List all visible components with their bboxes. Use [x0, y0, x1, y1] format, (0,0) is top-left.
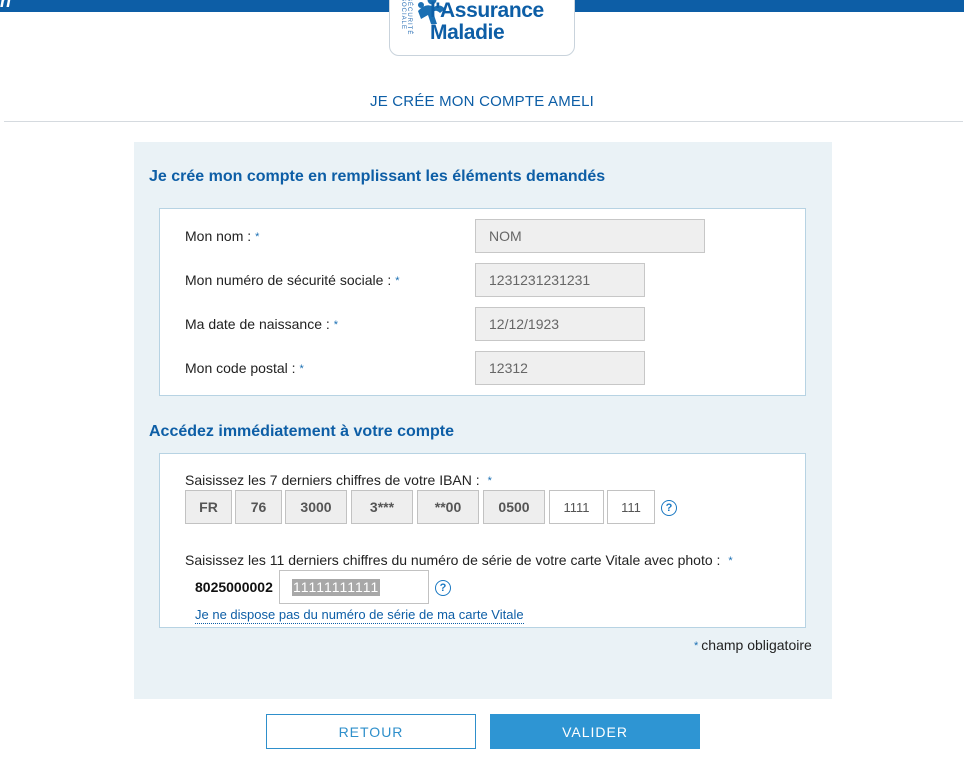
ssn-label: Mon numéro de sécurité sociale : * — [185, 272, 400, 288]
logo-line-1: l'Assurance — [430, 0, 544, 22]
iban-label: Saisissez les 7 derniers chiffres de vot… — [185, 472, 492, 488]
vitale-prefix: 8025000002 — [195, 579, 273, 595]
required-marker: * — [255, 231, 260, 243]
valider-button[interactable]: VALIDER — [490, 714, 700, 749]
ssn-field[interactable]: 1231231231231 — [475, 263, 645, 297]
iban-segment-account-2: 0500 — [483, 490, 545, 524]
required-marker: * — [395, 275, 400, 287]
topbar-text: n — [0, 0, 11, 11]
iban-segment-key: 76 — [235, 490, 282, 524]
logo-line-2: Maladie — [430, 21, 505, 44]
postal-code-label: Mon code postal : * — [185, 360, 304, 376]
section-access-title: Accédez immédiatement à votre compte — [149, 423, 454, 440]
iban-segment-country: FR — [185, 490, 232, 524]
iban-segment-branch: 3*** — [351, 490, 413, 524]
iban-segment-bank: 3000 — [285, 490, 347, 524]
required-marker: * — [694, 640, 699, 652]
required-marker: * — [299, 363, 304, 375]
logo-text: l'Assurance Maladie — [430, 0, 544, 44]
iban-input-1[interactable]: 1111 — [549, 490, 604, 524]
postal-code-field[interactable]: 12312 — [475, 351, 645, 385]
iban-segment-account-1: **00 — [417, 490, 479, 524]
section-identity-title: Je crée mon compte en remplissant les él… — [149, 168, 606, 185]
required-marker: * — [487, 475, 492, 487]
assurance-maladie-logo[interactable]: SÉCURITÉ SOCIALE l'Assurance Maladie — [389, 0, 575, 56]
iban-input-2[interactable]: 111 — [607, 490, 655, 524]
name-label: Mon nom : * — [185, 228, 260, 244]
vitale-help-icon[interactable]: ? — [435, 580, 451, 596]
no-vitale-serial-link[interactable]: Je ne dispose pas du numéro de série de … — [195, 607, 524, 624]
birthdate-field[interactable]: 12/12/1923 — [475, 307, 645, 341]
required-marker: * — [728, 555, 733, 567]
retour-button[interactable]: RETOUR — [266, 714, 476, 749]
vitale-serial-input[interactable]: 11111111111 — [279, 570, 429, 604]
required-marker: * — [333, 319, 339, 331]
vitale-serial-value: 11111111111 — [292, 579, 381, 596]
iban-help-icon[interactable]: ? — [661, 500, 677, 516]
logo-vertical-text: SÉCURITÉ SOCIALE — [400, 0, 412, 36]
name-field[interactable]: NOM — [475, 219, 705, 253]
page-title: JE CRÉE MON COMPTE AMELI — [370, 93, 594, 110]
birthdate-label: Ma date de naissance : * — [185, 316, 339, 332]
vitale-label: Saisissez les 11 derniers chiffres du nu… — [185, 552, 733, 568]
title-divider — [4, 121, 963, 122]
mandatory-note: * champ obligatoire — [694, 637, 812, 653]
